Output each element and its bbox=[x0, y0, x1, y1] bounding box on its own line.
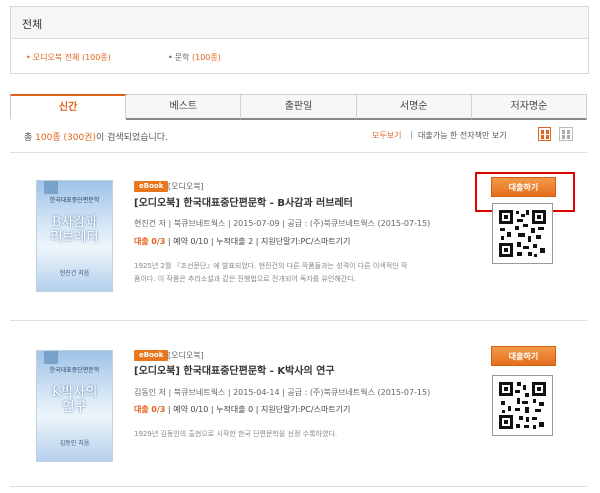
category-header: 전체 bbox=[11, 7, 588, 39]
cover-author: 김동인 지음 bbox=[59, 440, 90, 447]
divider bbox=[10, 152, 587, 153]
book-title[interactable]: [오디오북] 한국대표중단편문학 - K박사의 연구 bbox=[134, 362, 335, 377]
qr-code-icon bbox=[492, 375, 553, 436]
cover-band bbox=[44, 351, 58, 364]
cover-subtitle: 한국대표중단편문학 bbox=[49, 197, 100, 204]
loan-status: 대출 0/3 | 예약 0/10 | 누적대출 2 | 지원단말기:PC/스마트… bbox=[134, 237, 351, 246]
book-description: 1929년 김동인의 출현으로 시작한 한국 단편문학을 선정 수록하였다. bbox=[134, 430, 338, 438]
book-meta: 김동인 저 | 북큐브네트웍스 | 2015-04-14 | 공급 : (주)북… bbox=[134, 388, 431, 397]
cover-author: 현진건 지음 bbox=[59, 270, 90, 277]
result-count: 총 100종 (300권)이 검색되었습니다. bbox=[24, 133, 168, 143]
available-ebook-filter-link[interactable]: 대출가능 한 전자책만 보기 bbox=[418, 130, 507, 141]
tab-best[interactable]: 베스트 bbox=[126, 94, 242, 120]
qr-code-icon bbox=[492, 203, 553, 264]
book-type: [오디오북] bbox=[168, 182, 204, 191]
book-cover[interactable]: 한국대표중단편문학 B사감과 러브레터 현진건 지음 bbox=[36, 180, 113, 292]
category-link-audiobook-all[interactable]: • 오디오북 전체 (100종) bbox=[26, 52, 111, 63]
ebook-badge: eBook bbox=[134, 181, 169, 192]
cover-subtitle: 한국대표중단편문학 bbox=[49, 367, 100, 374]
book-type: [오디오북] bbox=[168, 351, 204, 360]
category-title: 전체 bbox=[22, 18, 43, 31]
tab-author-order[interactable]: 저자명순 bbox=[471, 94, 588, 120]
book-title[interactable]: [오디오북] 한국대표중단편문학 - B사감과 러브레터 bbox=[134, 194, 353, 209]
borrow-button[interactable]: 대출하기 bbox=[491, 177, 556, 197]
view-all-link[interactable]: 모두보기 bbox=[372, 130, 401, 141]
loan-status: 대출 0/3 | 예약 0/10 | 누적대출 0 | 지원단말기:PC/스마트… bbox=[134, 405, 351, 414]
list-view-icon[interactable] bbox=[538, 127, 551, 141]
ebook-badge: eBook bbox=[134, 350, 169, 361]
tab-publish-date[interactable]: 출판일 bbox=[241, 94, 357, 120]
borrow-button[interactable]: 대출하기 bbox=[491, 346, 556, 366]
book-description: 1925년 2월 『조선문단』에 발표되었다. 현진건의 다른 작품들과는 성격… bbox=[134, 262, 408, 283]
tab-new[interactable]: 신간 bbox=[10, 94, 127, 120]
grid-view-icon[interactable] bbox=[559, 127, 573, 141]
book-meta: 현진건 저 | 북큐브네트웍스 | 2015-07-09 | 공급 : (주)북… bbox=[134, 219, 431, 228]
book-cover[interactable]: 한국대표중단편문학 K박사의 연구 김동인 지음 bbox=[36, 350, 113, 462]
divider bbox=[10, 320, 587, 321]
divider bbox=[10, 486, 587, 487]
category-box: 전체 • 오디오북 전체 (100종) • 문학 (100종) bbox=[10, 6, 589, 74]
cover-title: B사감과 러브레터 bbox=[50, 215, 99, 245]
sort-tabs: 신간 베스트 출판일 서명순 저자명순 bbox=[10, 94, 588, 120]
category-link-literature[interactable]: • 문학 (100종) bbox=[168, 52, 221, 63]
tab-title-order[interactable]: 서명순 bbox=[356, 94, 472, 120]
cover-band bbox=[44, 181, 58, 194]
cover-title: K박사의 연구 bbox=[51, 385, 98, 415]
view-separator: | bbox=[410, 130, 413, 139]
